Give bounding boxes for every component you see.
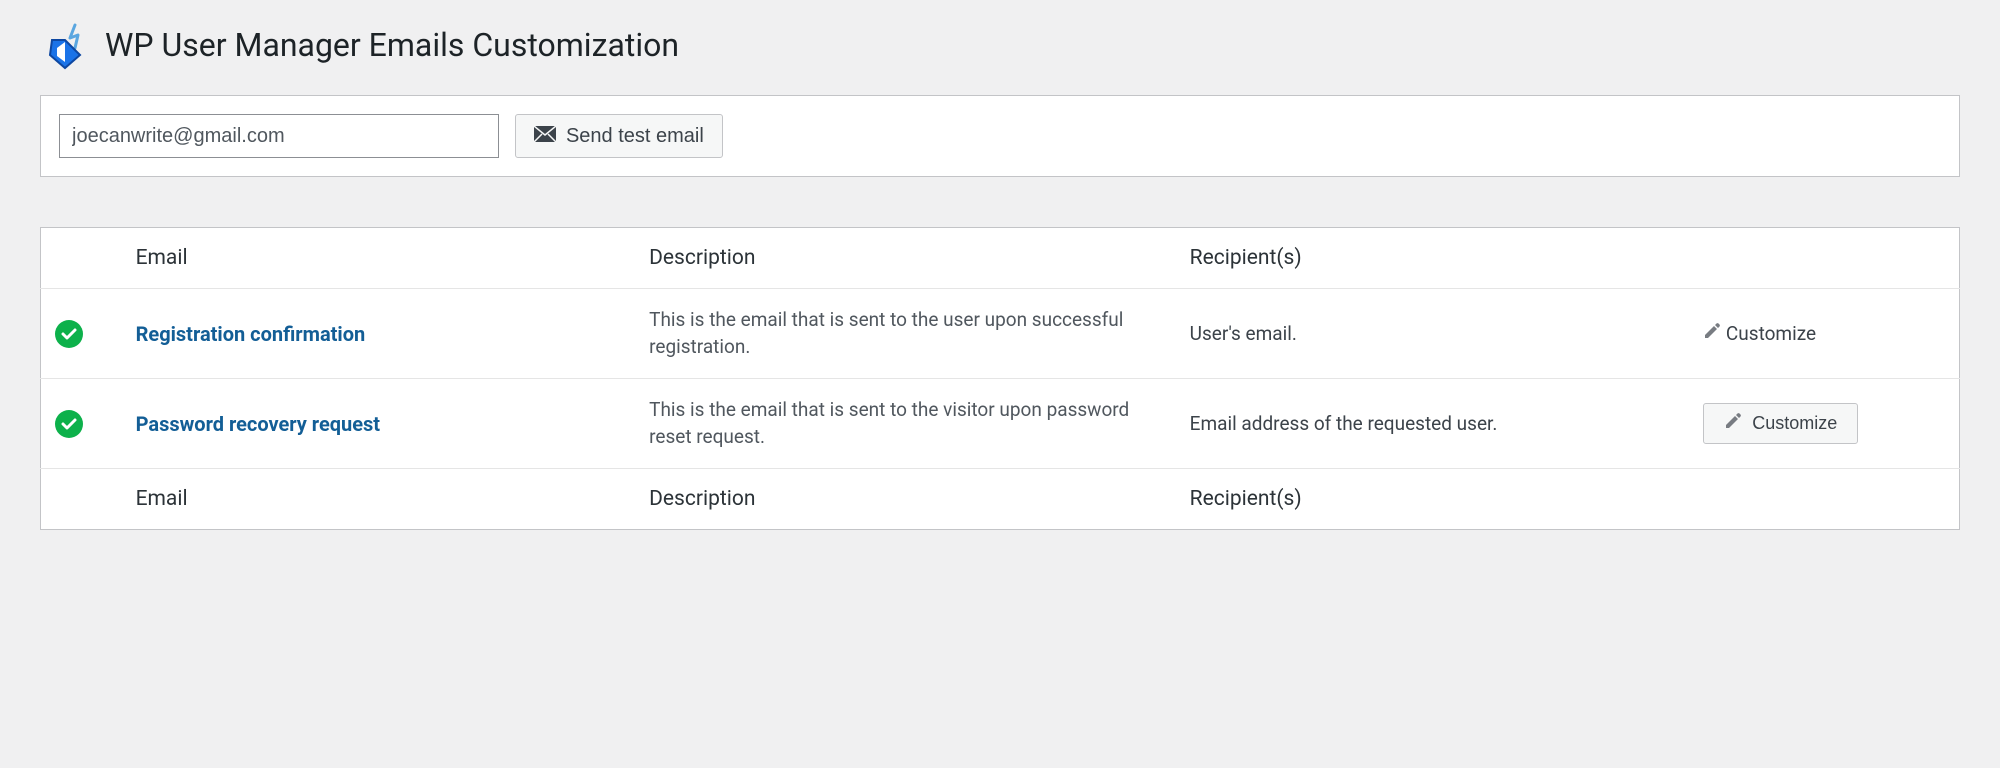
email-description: This is the email that is sent to the vi… bbox=[649, 398, 1129, 448]
emails-table: Email Description Recipient(s) Registrat… bbox=[40, 227, 1960, 530]
customize-label: Customize bbox=[1752, 413, 1837, 434]
email-description: This is the email that is sent to the us… bbox=[649, 308, 1123, 358]
test-email-input[interactable] bbox=[59, 114, 499, 158]
column-header-status bbox=[41, 228, 122, 289]
email-recipients: User's email. bbox=[1190, 322, 1297, 345]
page-title: WP User Manager Emails Customization bbox=[105, 26, 679, 64]
table-row: Password recovery request This is the em… bbox=[41, 379, 1960, 469]
page-header: WP User Manager Emails Customization bbox=[40, 20, 1960, 70]
column-footer-email: Email bbox=[122, 469, 636, 530]
customize-button[interactable]: Customize bbox=[1703, 403, 1858, 444]
status-active-icon bbox=[55, 320, 83, 348]
column-footer-description: Description bbox=[635, 469, 1176, 530]
table-footer-row: Email Description Recipient(s) bbox=[41, 469, 1960, 530]
email-name-link[interactable]: Password recovery request bbox=[136, 412, 380, 436]
customize-label: Customize bbox=[1726, 322, 1816, 345]
column-header-description: Description bbox=[635, 228, 1176, 289]
pencil-icon bbox=[1724, 412, 1742, 435]
pencil-icon bbox=[1703, 322, 1726, 345]
column-header-action bbox=[1689, 228, 1959, 289]
status-active-icon bbox=[55, 410, 83, 438]
table-header-row: Email Description Recipient(s) bbox=[41, 228, 1960, 289]
column-header-email: Email bbox=[122, 228, 636, 289]
column-footer-recipients: Recipient(s) bbox=[1176, 469, 1690, 530]
column-header-recipients: Recipient(s) bbox=[1176, 228, 1690, 289]
send-test-email-label: Send test email bbox=[566, 125, 704, 148]
email-recipients: Email address of the requested user. bbox=[1190, 412, 1498, 435]
test-email-panel: Send test email bbox=[40, 95, 1960, 177]
column-footer-status bbox=[41, 469, 122, 530]
table-row: Registration confirmation This is the em… bbox=[41, 289, 1960, 379]
send-test-email-button[interactable]: Send test email bbox=[515, 114, 723, 158]
plugin-logo-icon bbox=[40, 20, 90, 70]
column-footer-action bbox=[1689, 469, 1959, 530]
email-name-link[interactable]: Registration confirmation bbox=[136, 322, 366, 346]
envelope-icon bbox=[534, 125, 556, 148]
